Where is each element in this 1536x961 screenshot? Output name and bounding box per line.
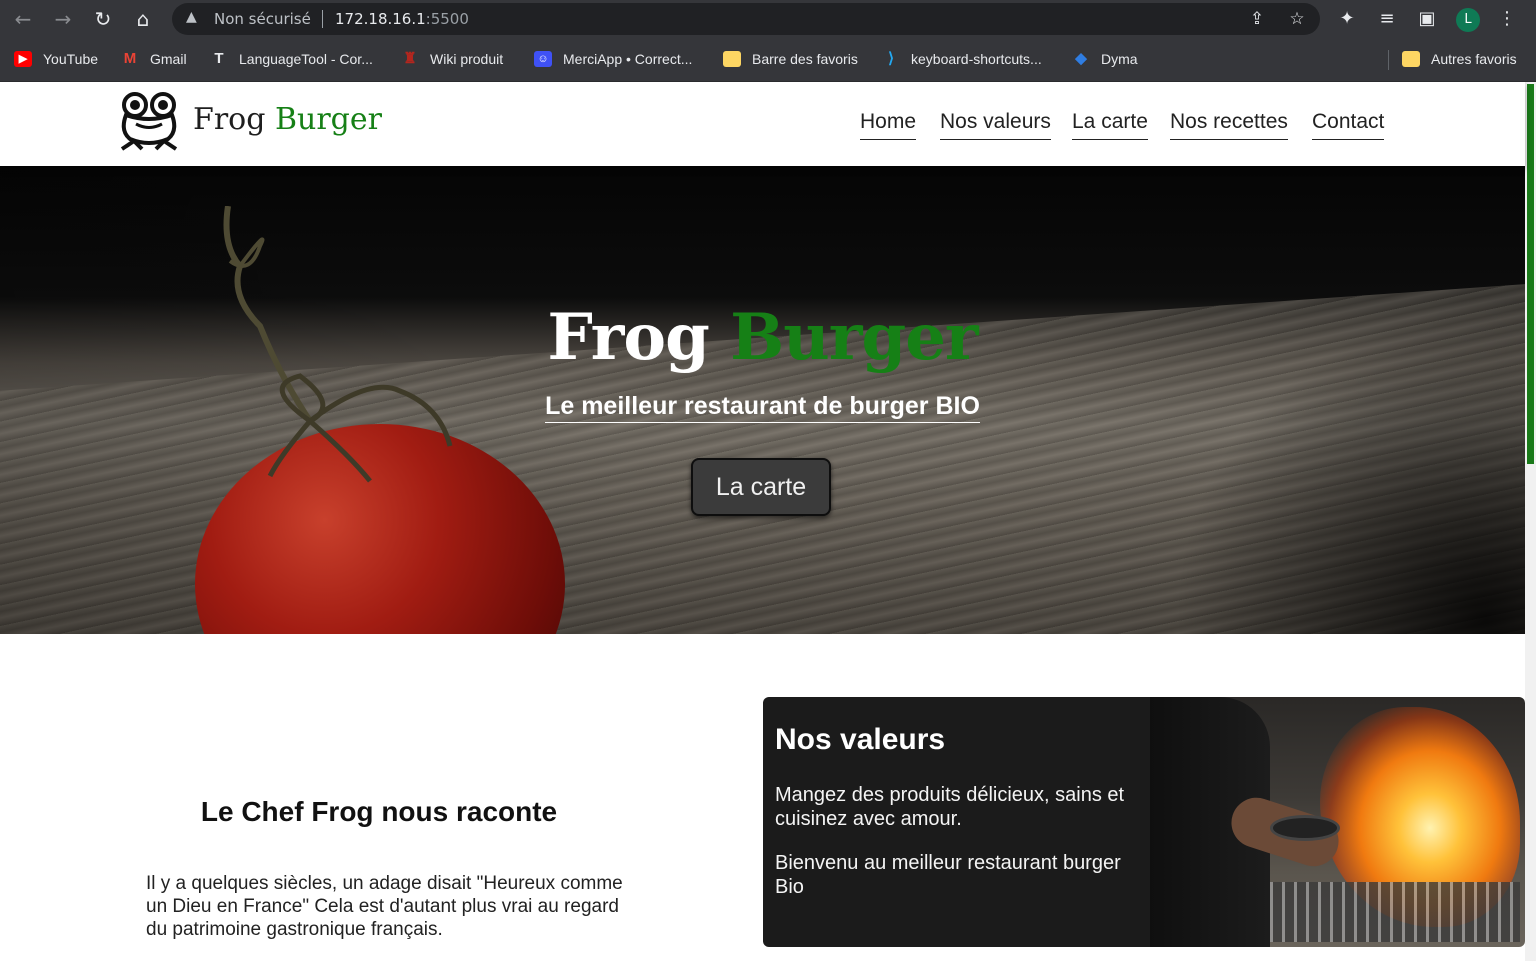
bookmark-star-icon[interactable]: ☆ xyxy=(1286,8,1308,30)
bookmark-keyboard-shortcuts[interactable]: ⟩ keyboard-shortcuts... xyxy=(882,49,1042,69)
hero-title: Frog Burger xyxy=(0,300,1525,375)
chef-kitchen-image xyxy=(1150,697,1525,947)
hero-banner: Frog Burger Le meilleur restaurant de bu… xyxy=(0,166,1525,634)
story-title: Le Chef Frog nous raconte xyxy=(200,796,558,827)
media-queue-icon[interactable]: ≡ xyxy=(1374,6,1400,32)
extensions-icon[interactable]: ✦ xyxy=(1334,6,1360,32)
vscode-icon: ⟩ xyxy=(888,50,894,67)
bookmark-other-favorites[interactable]: Autres favoris xyxy=(1402,49,1517,69)
page-scrollbar[interactable] xyxy=(1525,82,1536,961)
bookmark-label: Dyma xyxy=(1101,51,1138,67)
menu-kebab-icon[interactable]: ⋮ xyxy=(1494,6,1520,32)
nav-home[interactable]: Home xyxy=(860,110,917,140)
folder-icon xyxy=(723,51,741,67)
values-paragraph-2: Bienvenu au meilleur restaurant burger B… xyxy=(775,852,1121,898)
page-viewport: Frog Burger Home Nos valeurs La carte No… xyxy=(0,82,1536,961)
wiki-icon: ♜ xyxy=(403,50,417,67)
story-text: Il y a quelques siècles, un adage disait… xyxy=(146,873,623,940)
nav-contact[interactable]: Contact xyxy=(1312,110,1385,140)
forward-icon[interactable]: → xyxy=(49,5,77,33)
values-card: Nos valeurs Mangez des produits délicieu… xyxy=(763,697,1150,947)
bookmark-folder-favoris[interactable]: Barre des favoris xyxy=(723,49,858,69)
bookmark-languagetool[interactable]: T LanguageTool - Cor... xyxy=(210,49,373,69)
not-secure-label: Non sécurisé xyxy=(214,10,311,28)
nav-nos-recettes[interactable]: Nos recettes xyxy=(1170,110,1288,140)
bookmark-youtube[interactable]: ▶ YouTube xyxy=(14,49,98,69)
languagetool-icon: T xyxy=(214,50,224,67)
nav-la-carte[interactable]: La carte xyxy=(1072,110,1148,140)
bookmark-label: Gmail xyxy=(150,51,187,67)
nav-nos-valeurs[interactable]: Nos valeurs xyxy=(940,110,1051,140)
gmail-icon: M xyxy=(123,50,137,67)
bookmark-label: YouTube xyxy=(43,51,99,67)
home-icon[interactable]: ⌂ xyxy=(129,5,157,33)
bookmarks-separator xyxy=(1388,50,1389,70)
share-icon[interactable]: ⇪ xyxy=(1246,8,1268,30)
side-panel-icon[interactable]: ▣ xyxy=(1414,6,1440,32)
values-paragraph-1: Mangez des produits délicieux, sains et … xyxy=(775,784,1125,830)
hero-title-part2: Burger xyxy=(730,300,979,375)
hero-title-part1: Frog xyxy=(547,300,709,375)
frying-pan xyxy=(1270,815,1340,841)
merciapp-icon: ☺ xyxy=(534,51,552,67)
address-separator xyxy=(322,10,323,28)
bookmarks-bar: ▶ YouTube M Gmail T LanguageTool - Cor..… xyxy=(0,38,1536,82)
bookmark-label: keyboard-shortcuts... xyxy=(911,51,1042,67)
profile-avatar[interactable]: L xyxy=(1456,8,1480,32)
bookmark-label: Wiki produit xyxy=(430,51,504,67)
hero-subtitle: Le meilleur restaurant de burger BIO xyxy=(545,392,980,423)
url-text[interactable]: 172.18.16.1:5500 xyxy=(335,10,469,28)
bookmark-label: LanguageTool - Cor... xyxy=(239,51,373,67)
kitchen-grill xyxy=(1270,882,1520,942)
bookmark-gmail[interactable]: M Gmail xyxy=(121,49,187,69)
bookmark-label: Autres favoris xyxy=(1431,51,1517,67)
browser-toolbar: ← → ↻ ⌂ ▲ Non sécurisé 172.18.16.1:5500 … xyxy=(0,0,1536,38)
brand-part2: Burger xyxy=(274,102,382,137)
url-port: :5500 xyxy=(425,10,469,28)
scrollbar-thumb[interactable] xyxy=(1527,84,1534,464)
bookmark-wiki[interactable]: ♜ Wiki produit xyxy=(401,49,503,69)
bookmark-dyma[interactable]: ◆ Dyma xyxy=(1072,49,1138,69)
dyma-icon: ◆ xyxy=(1075,50,1087,67)
frog-logo-icon[interactable] xyxy=(118,91,180,153)
address-bar[interactable]: ▲ Non sécurisé 172.18.16.1:5500 ⇪ ☆ xyxy=(172,3,1320,35)
bookmark-label: MerciApp • Correct... xyxy=(563,51,693,67)
values-title: Nos valeurs xyxy=(775,723,946,756)
bookmark-label: Barre des favoris xyxy=(752,51,858,67)
hero-subtitle-wrap: Le meilleur restaurant de burger BIO xyxy=(0,392,1525,423)
brand-part1: Frog xyxy=(193,102,266,137)
youtube-icon: ▶ xyxy=(14,51,32,67)
site-header: Frog Burger Home Nos valeurs La carte No… xyxy=(0,82,1525,166)
warning-icon: ▲ xyxy=(186,9,197,25)
hero-menu-button[interactable]: La carte xyxy=(691,458,831,516)
reload-icon[interactable]: ↻ xyxy=(89,5,117,33)
url-host: 172.18.16.1 xyxy=(335,10,426,28)
bookmark-merciapp[interactable]: ☺ MerciApp • Correct... xyxy=(534,49,692,69)
folder-icon xyxy=(1402,51,1420,67)
back-icon[interactable]: ← xyxy=(9,5,37,33)
brand-name[interactable]: Frog Burger xyxy=(193,102,382,137)
